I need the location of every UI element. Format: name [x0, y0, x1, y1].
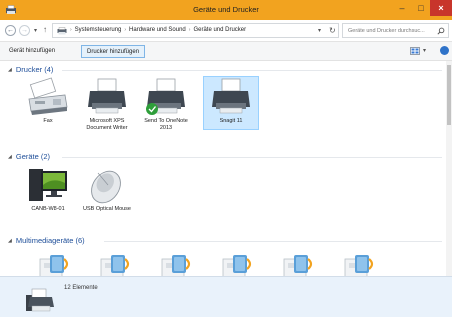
breadcrumb-item-hardware-und-sound[interactable]: Hardware und Sound [129, 27, 186, 33]
multimedia-device-item[interactable] [86, 251, 142, 276]
group-header-multimedia[interactable]: ◢ Multimediageräte (6) [8, 236, 85, 245]
breadcrumb[interactable]: › Systemsteuerung › Hardware und Sound ›… [52, 23, 339, 38]
group-divider [62, 157, 442, 158]
device-item-microsoft-xps[interactable]: Microsoft XPS Document Writer [79, 77, 135, 132]
media-device-icon [274, 251, 320, 276]
devices-printers-icon [26, 288, 54, 312]
media-device-icon [30, 251, 76, 276]
command-bar: Gerät hinzufügen Drucker hinzufügen ▾ [0, 42, 452, 61]
device-item-snagit[interactable]: Snagit 11 [203, 76, 259, 130]
collapse-triangle-icon[interactable]: ◢ [8, 154, 12, 160]
group-divider [104, 241, 442, 242]
fax-icon [25, 77, 71, 117]
item-count: 12 Elemente [64, 285, 98, 291]
search-placeholder: Geräte und Drucker durchsuc... [348, 28, 425, 34]
group-header-printers-label: Drucker (4) [15, 65, 54, 74]
group-header-printers[interactable]: ◢ Drucker (4) [8, 65, 53, 74]
default-check-icon [146, 103, 158, 115]
printer-icon [208, 77, 254, 117]
up-button[interactable]: ↑ [43, 25, 47, 34]
minimize-button[interactable]: – [392, 0, 412, 16]
add-device-button[interactable]: Gerät hinzufügen [4, 45, 60, 58]
device-item-canb-w8-01[interactable]: CANB-W8-01 [20, 165, 76, 213]
printer-icon [84, 77, 130, 117]
device-label: CANB-W8-01 [31, 206, 65, 212]
multimedia-device-item[interactable] [269, 251, 325, 276]
address-dropdown-icon[interactable]: ▾ [318, 27, 321, 34]
add-printer-button[interactable]: Drucker hinzufügen [81, 45, 146, 58]
media-device-icon [91, 251, 137, 276]
scrollbar-thumb[interactable] [447, 65, 451, 125]
forward-button[interactable]: → [19, 25, 30, 36]
multimedia-device-item[interactable] [147, 251, 203, 276]
help-icon[interactable] [440, 46, 449, 55]
refresh-icon[interactable]: ↻ [329, 26, 336, 35]
devices-view: ◢ Drucker (4) Fax Microsoft XPS Document… [0, 61, 452, 276]
breadcrumb-separator: › [70, 27, 72, 33]
printer-default-icon [143, 77, 189, 117]
device-item-send-to-onenote[interactable]: Send To OneNote 2013 [138, 77, 194, 132]
computer-icon [25, 165, 71, 205]
recent-locations-dropdown-icon[interactable]: ▾ [34, 27, 37, 34]
title-bar: Geräte und Drucker – □ × [0, 0, 452, 20]
breadcrumb-item-geraete-und-drucker[interactable]: Geräte und Drucker [193, 27, 246, 33]
search-icon[interactable] [437, 27, 445, 35]
window-title: Geräte und Drucker [193, 5, 259, 14]
multimedia-device-item[interactable] [330, 251, 386, 276]
media-device-icon [335, 251, 381, 276]
control-panel-icon [57, 27, 67, 35]
device-label: Send To OneNote 2013 [144, 118, 188, 131]
group-header-devices-label: Geräte (2) [15, 152, 51, 161]
device-label: Snagit 11 [219, 118, 243, 124]
maximize-button[interactable]: □ [412, 0, 430, 16]
vertical-scrollbar[interactable] [446, 61, 452, 276]
multimedia-device-item[interactable] [208, 251, 264, 276]
details-pane: 12 Elemente [0, 276, 452, 317]
device-label: Microsoft XPS Document Writer [86, 118, 128, 131]
device-item-usb-mouse[interactable]: USB Optical Mouse [79, 165, 135, 213]
group-header-devices[interactable]: ◢ Geräte (2) [8, 152, 50, 161]
device-label: Fax [43, 118, 53, 124]
back-button[interactable]: ← [5, 25, 16, 36]
close-button[interactable]: × [430, 0, 452, 16]
media-device-icon [213, 251, 259, 276]
breadcrumb-separator: › [188, 27, 191, 33]
collapse-triangle-icon[interactable]: ◢ [8, 67, 12, 73]
media-device-icon [152, 251, 198, 276]
multimedia-device-item[interactable] [25, 251, 81, 276]
breadcrumb-item-systemsteuerung[interactable]: Systemsteuerung [75, 27, 122, 33]
group-divider [62, 70, 442, 71]
view-options-dropdown-icon[interactable]: ▾ [423, 47, 426, 54]
device-item-fax[interactable]: Fax [20, 77, 76, 125]
breadcrumb-separator: › [124, 27, 127, 33]
collapse-triangle-icon[interactable]: ◢ [8, 238, 12, 244]
mouse-icon [84, 165, 130, 205]
change-view-icon[interactable] [410, 47, 420, 55]
group-header-multimedia-label: Multimediageräte (6) [15, 236, 85, 245]
search-input[interactable]: Geräte und Drucker durchsuc... [342, 23, 449, 38]
address-bar: ← → ▾ ↑ › Systemsteuerung › Hardware und… [0, 20, 452, 42]
device-label: USB Optical Mouse [83, 206, 131, 212]
